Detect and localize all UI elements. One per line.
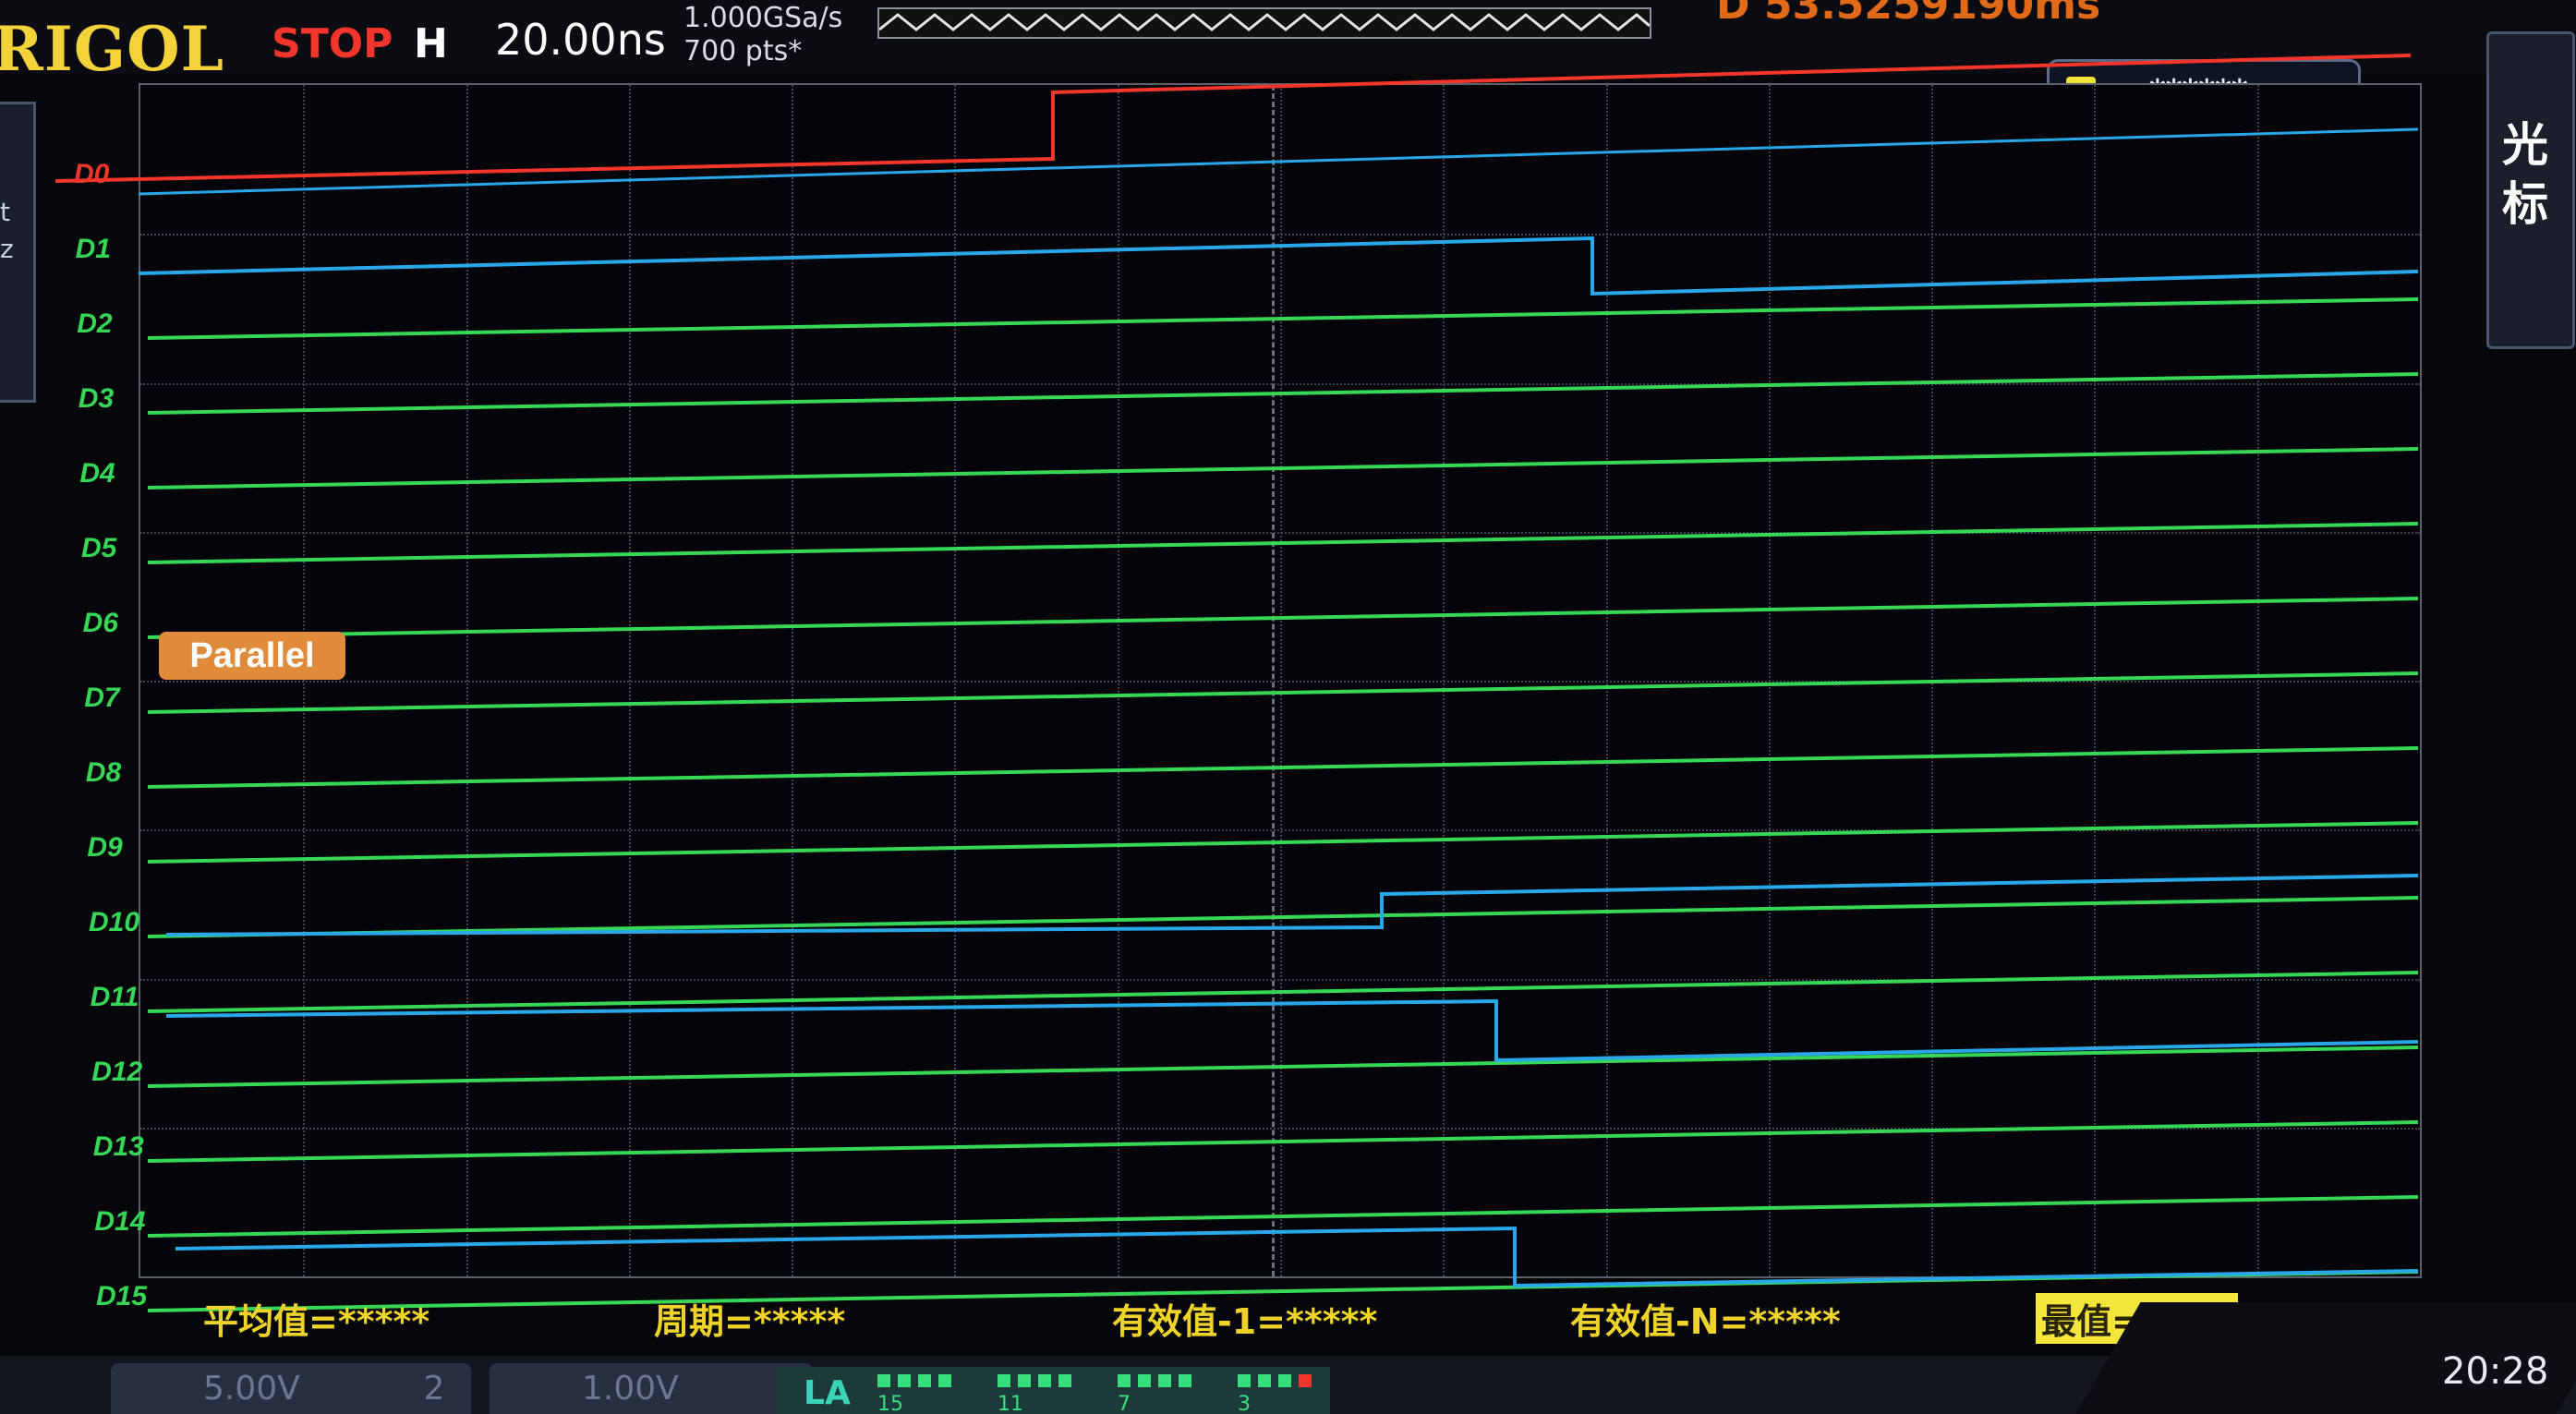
trace-d11 bbox=[147, 971, 2419, 1013]
channel-label-d6[interactable]: D6 bbox=[83, 608, 118, 639]
la-status[interactable]: LA 15 11 7 3 bbox=[776, 1367, 1330, 1414]
trace-d14 bbox=[147, 1195, 2419, 1238]
trace-d12 bbox=[147, 1045, 2419, 1088]
channel-label-d11[interactable]: D11 bbox=[91, 982, 139, 1013]
channel-label-d1[interactable]: D1 bbox=[76, 234, 111, 265]
la-channel-indicator bbox=[918, 1374, 931, 1387]
channel-label-d9[interactable]: D9 bbox=[87, 832, 122, 864]
trace-d10 bbox=[147, 896, 2419, 938]
trace-d7 bbox=[147, 671, 2419, 714]
channel-label-d5[interactable]: D5 bbox=[81, 533, 116, 564]
trace-d2 bbox=[147, 297, 2419, 340]
la-channel-indicator bbox=[1179, 1374, 1191, 1387]
trace-bus-top bbox=[138, 127, 2419, 196]
trace-d5 bbox=[147, 522, 2419, 564]
la-channel-indicator bbox=[1118, 1374, 1131, 1387]
la-channel-indicator bbox=[1278, 1374, 1291, 1387]
channel-label-d13[interactable]: D13 bbox=[93, 1131, 144, 1163]
la-group-number: 7 bbox=[1118, 1393, 1131, 1414]
trace-d6 bbox=[147, 597, 2419, 639]
la-channel-indicator bbox=[1038, 1374, 1051, 1387]
ch2-number[interactable]: 2 bbox=[397, 1363, 471, 1414]
measure-rms-n[interactable]: 有效值-N=***** bbox=[1570, 1293, 1841, 1344]
la-channel-indicator bbox=[1058, 1374, 1071, 1387]
la-channel-indicator bbox=[998, 1374, 1010, 1387]
la-channel-indicator bbox=[1158, 1374, 1171, 1387]
la-channel-indicator bbox=[1018, 1374, 1031, 1387]
la-channel-indicator bbox=[938, 1374, 951, 1387]
trace-d9 bbox=[147, 821, 2419, 864]
channel-label-d2[interactable]: D2 bbox=[77, 308, 112, 340]
trace-d14-edge bbox=[175, 1226, 2419, 1288]
measure-period[interactable]: 周期=***** bbox=[654, 1293, 845, 1344]
la-channel-indicator bbox=[877, 1374, 890, 1387]
la-channel-indicator bbox=[1258, 1374, 1271, 1387]
channel-label-d15[interactable]: D15 bbox=[96, 1281, 147, 1312]
digital-traces bbox=[54, 54, 2419, 1312]
trace-d13 bbox=[147, 1120, 2419, 1163]
channel-label-d14[interactable]: D14 bbox=[94, 1206, 145, 1238]
channel-label-d3[interactable]: D3 bbox=[79, 383, 114, 415]
channel-label-d10[interactable]: D10 bbox=[89, 907, 139, 938]
trace-d3 bbox=[147, 372, 2419, 415]
clock: 20:28 bbox=[2442, 1350, 2549, 1393]
trace-d1 bbox=[138, 236, 2419, 296]
channel-label-d8[interactable]: D8 bbox=[86, 757, 121, 789]
la-group-number: 11 bbox=[998, 1393, 1023, 1414]
channel-label-d4[interactable]: D4 bbox=[79, 458, 115, 489]
la-channel-indicator bbox=[1238, 1374, 1251, 1387]
la-group-number: 3 bbox=[1238, 1393, 1251, 1414]
measure-avg[interactable]: 平均值=***** bbox=[203, 1293, 429, 1344]
la-label: LA bbox=[804, 1374, 851, 1412]
la-group-number: 15 bbox=[877, 1393, 903, 1414]
trace-d4 bbox=[147, 447, 2419, 489]
trace-d8 bbox=[147, 746, 2419, 789]
oscilloscope-screen: RIGOL STOP H 20.00ns 1.000GSa/s 700 pts*… bbox=[0, 0, 2576, 1414]
channel-label-d0[interactable]: D0 bbox=[74, 159, 109, 190]
ch2-scale[interactable]: 1.00V bbox=[490, 1363, 813, 1414]
decode-badge[interactable]: Parallel bbox=[159, 632, 345, 680]
la-channel-indicator bbox=[1138, 1374, 1151, 1387]
la-channel-indicator bbox=[898, 1374, 911, 1387]
la-channel-indicator bbox=[1299, 1374, 1312, 1387]
channel-label-d7[interactable]: D7 bbox=[84, 683, 119, 714]
measure-rms-1[interactable]: 有效值-1=***** bbox=[1112, 1293, 1377, 1344]
channel-label-d12[interactable]: D12 bbox=[91, 1057, 142, 1088]
